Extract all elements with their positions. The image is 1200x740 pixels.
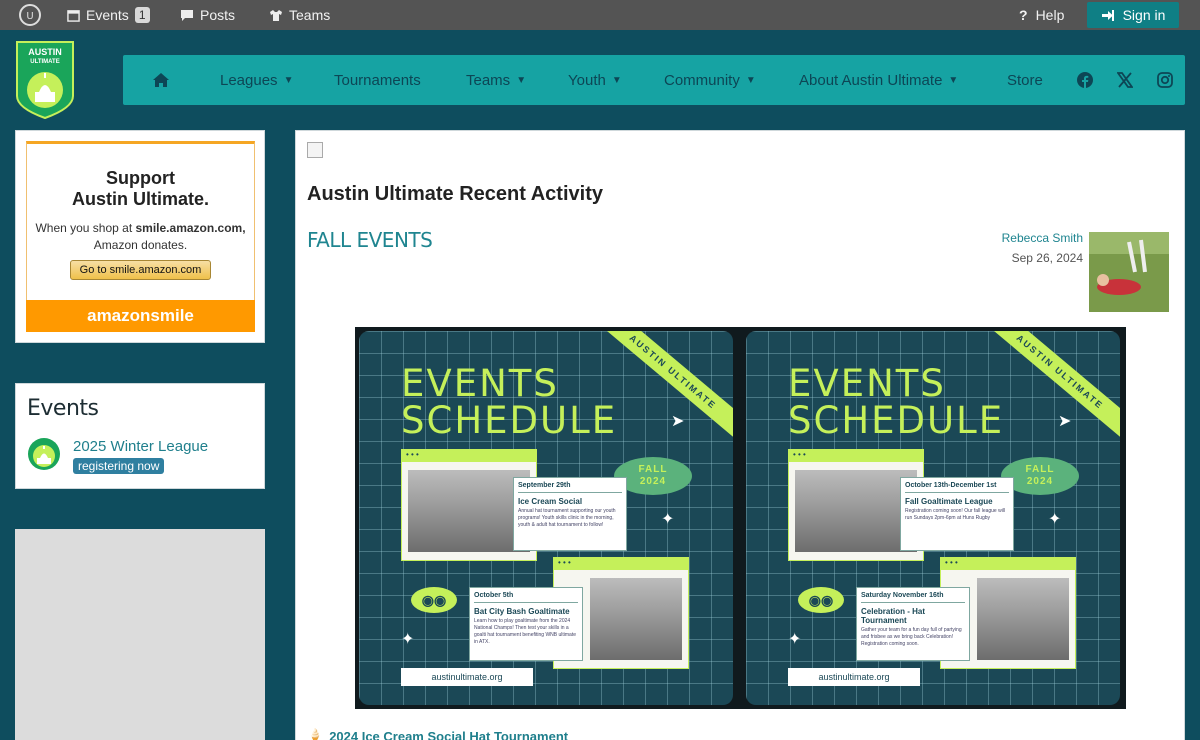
sign-in-icon <box>1101 9 1114 21</box>
ice-cream-icon: 🍦 <box>307 728 324 740</box>
x-link[interactable] <box>1117 55 1133 105</box>
nav-youth[interactable]: Youth ▼ <box>568 55 622 105</box>
caret-down-icon: ▼ <box>948 74 959 86</box>
help-link[interactable]: ? Help <box>1019 0 1064 30</box>
team-photo <box>408 470 530 552</box>
posts-nav-link[interactable]: Posts <box>180 0 235 30</box>
comment-icon <box>181 9 193 21</box>
nav-leagues[interactable]: Leagues ▼ <box>220 55 293 105</box>
go-to-smile-button[interactable]: Go to smile.amazon.com <box>69 260 212 280</box>
calendar-icon <box>67 9 80 22</box>
svg-text:AUSTIN: AUSTIN <box>28 47 62 57</box>
event-info-card: October 5th Bat City Bash Goaltimate Lea… <box>469 587 583 661</box>
events-widget-title: Events <box>27 396 99 421</box>
sign-in-label: Sign in <box>1122 7 1166 23</box>
nav-youth-label: Youth <box>568 71 606 89</box>
austin-ultimate-logo[interactable]: AUSTIN ULTIMATE <box>15 40 75 120</box>
post-title[interactable]: FALL EVENTS <box>307 228 433 252</box>
nav-teams-label: Teams <box>466 71 511 89</box>
nav-tournaments[interactable]: Tournaments <box>334 55 421 105</box>
smile-text: When you shop at smile.amazon.com, Amazon… <box>35 221 246 252</box>
page-title: Austin Ultimate Recent Activity <box>307 183 603 205</box>
caret-down-icon: ▼ <box>611 74 622 86</box>
author-avatar[interactable] <box>1089 232 1169 312</box>
instagram-icon <box>1157 72 1173 88</box>
pointer-icon: ➤ <box>1058 413 1072 430</box>
flyer-url: austinultimate.org <box>401 668 533 686</box>
help-label: Help <box>1035 7 1065 23</box>
league-photo <box>795 470 917 552</box>
action-photo <box>590 578 682 660</box>
event-status-badge: registering now <box>73 458 165 474</box>
amazon-smile-banner[interactable]: Support Austin Ultimate. When you shop at… <box>26 141 255 332</box>
events-widget: Events 2025 Winter League registering no… <box>15 383 265 489</box>
pointer-icon: ➤ <box>671 413 685 430</box>
sparkle-icon: ✦ <box>1048 511 1062 528</box>
nav-about[interactable]: About Austin Ultimate ▼ <box>799 55 958 105</box>
x-icon <box>1117 72 1133 88</box>
caret-down-icon: ▼ <box>516 74 527 86</box>
svg-text:ULTIMATE: ULTIMATE <box>30 59 59 65</box>
events-count-badge: 1 <box>134 7 150 23</box>
nav-store-label: Store <box>1007 71 1043 89</box>
shirt-icon <box>270 9 282 21</box>
nav-community[interactable]: Community ▼ <box>664 55 756 105</box>
flyer-heading: EVENTS SCHEDULE <box>788 362 1005 442</box>
home-icon <box>153 73 169 87</box>
flyer-heading: EVENTS SCHEDULE <box>401 362 618 442</box>
flyer-url: austinultimate.org <box>788 668 920 686</box>
nav-teams[interactable]: Teams ▼ <box>466 55 526 105</box>
sparkle-icon: ✦ <box>788 631 802 648</box>
nav-tournaments-label: Tournaments <box>334 71 421 89</box>
caret-down-icon: ▼ <box>745 74 756 86</box>
svg-text:U: U <box>26 11 33 22</box>
event-info-card: Saturday November 16th Celebration - Hat… <box>856 587 970 661</box>
caret-down-icon: ▼ <box>283 74 294 86</box>
home-link[interactable] <box>152 55 170 105</box>
nav-about-label: About Austin Ultimate <box>799 71 943 89</box>
flyer-panel-left: AUSTIN ULTIMATE EVENTS SCHEDULE ➤ FALL 202… <box>359 331 733 705</box>
events-nav-link[interactable]: Events 1 <box>67 0 150 30</box>
amazon-smile-widget: Support Austin Ultimate. When you shop at… <box>15 130 265 343</box>
capitol-icon <box>28 438 60 470</box>
sparkle-icon: ✦ <box>401 631 415 648</box>
event-info-card: September 29th Ice Cream Social Annual h… <box>513 477 627 551</box>
facebook-icon <box>1077 72 1093 88</box>
eyes-icon: ◉◉ <box>798 587 844 613</box>
site-logo-icon[interactable]: U <box>18 3 42 27</box>
post-author[interactable]: Rebecca Smith <box>1002 231 1083 245</box>
eyes-icon: ◉◉ <box>411 587 457 613</box>
sparkle-icon: ✦ <box>661 511 675 528</box>
event-link[interactable]: 2025 Winter League <box>73 438 208 455</box>
posts-nav-label: Posts <box>200 7 236 23</box>
teams-nav-label: Teams <box>289 7 331 23</box>
events-schedule-flyer[interactable]: AUSTIN ULTIMATE EVENTS SCHEDULE ➤ FALL 202… <box>355 327 1126 709</box>
broken-image-icon <box>307 142 323 158</box>
amazon-smile-logo: amazonsmile <box>26 300 255 332</box>
smile-heading: Support Austin Ultimate. <box>71 168 209 209</box>
tournament-link[interactable]: 🍦 2024 Ice Cream Social Hat Tournament <box>307 728 568 740</box>
flyer-panel-right: AUSTIN ULTIMATE EVENTS SCHEDULE ➤ FALL 202… <box>746 331 1120 705</box>
instagram-link[interactable] <box>1157 55 1173 105</box>
facebook-link[interactable] <box>1077 55 1093 105</box>
nav-leagues-label: Leagues <box>220 71 278 89</box>
ad-placeholder <box>15 529 265 740</box>
post-date: Sep 26, 2024 <box>1011 251 1083 265</box>
main-navbar: Leagues ▼ Tournaments Teams ▼ Youth ▼ Commu… <box>123 55 1185 105</box>
question-icon: ? <box>1019 7 1028 23</box>
main-content: Austin Ultimate Recent Activity FALL EVE… <box>295 130 1185 740</box>
sign-in-button[interactable]: Sign in <box>1087 2 1179 28</box>
tournament-link-label: 2024 Ice Cream Social Hat Tournament <box>329 728 569 740</box>
group-photo <box>977 578 1069 660</box>
nav-store[interactable]: Store <box>1007 55 1043 105</box>
top-bar: U Events 1 Posts Teams ? Help Sign in <box>0 0 1200 30</box>
teams-nav-link[interactable]: Teams <box>269 0 330 30</box>
events-nav-label: Events <box>86 7 129 23</box>
event-info-card: October 13th-December 1st Fall Goaltimat… <box>900 477 1014 551</box>
nav-community-label: Community <box>664 71 740 89</box>
